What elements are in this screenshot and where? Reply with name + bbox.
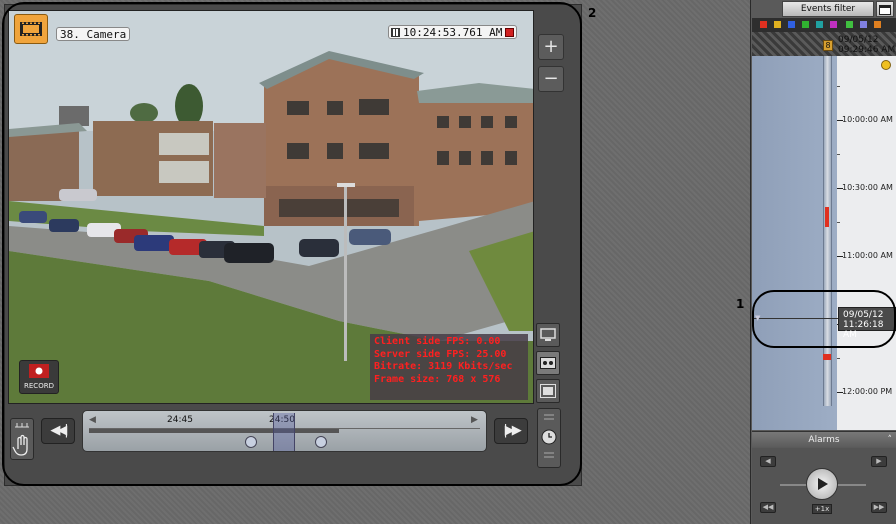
filter-camera-icon[interactable] xyxy=(846,21,853,28)
camera-time-display: 10:24:53.761 AM xyxy=(388,25,518,39)
player-rewind-button[interactable]: ◀◀ xyxy=(760,502,776,513)
stat-frame-size: Frame size: 768 x 576 xyxy=(374,373,501,385)
camera-name: 38. Camera xyxy=(56,27,131,41)
archive-list-button[interactable] xyxy=(536,379,560,403)
event-timeline-scale xyxy=(837,56,896,430)
timeline-left-arrow[interactable]: ◀ xyxy=(89,415,96,425)
annotation-label-1: 1 xyxy=(736,297,745,311)
alarms-label: Alarms xyxy=(808,435,840,445)
events-filter-button[interactable]: Events filter xyxy=(782,1,874,17)
timeline-right-arrow[interactable]: ▶ xyxy=(471,415,478,425)
player-prev-button[interactable]: ◀ xyxy=(760,456,776,467)
tick-label-1100: 11:00:00 AM xyxy=(842,251,893,260)
clock-icon xyxy=(541,414,557,458)
step-forward-button[interactable]: |▶▶ xyxy=(494,418,528,444)
record-button[interactable]: RECORD xyxy=(19,360,59,394)
annotation-outline-1 xyxy=(752,290,896,348)
annotation-label-2: 2 xyxy=(588,6,597,20)
zoom-out-button[interactable]: − xyxy=(538,66,564,92)
player-next-button[interactable]: ▶ xyxy=(871,456,887,467)
tick-label-1200: 12:00:00 PM xyxy=(842,387,893,396)
film-icon xyxy=(20,22,42,36)
step-back-button[interactable]: ◀◀| xyxy=(41,418,75,444)
stat-server-fps: Server side FPS: 25.00 xyxy=(374,348,507,360)
collapse-icon[interactable]: ˄ xyxy=(888,432,893,448)
playback-timeline[interactable]: 24:45 24:50 ◀ ▶ xyxy=(82,410,487,452)
calendar-button[interactable] xyxy=(876,1,894,17)
record-indicator-icon xyxy=(505,27,515,37)
event-count-badge[interactable]: 8 xyxy=(823,40,833,51)
filter-warning-icon[interactable] xyxy=(774,21,781,28)
filter-user-icon[interactable] xyxy=(830,21,837,28)
film-list-icon xyxy=(540,384,556,398)
player-forward-button[interactable]: ▶▶ xyxy=(871,502,887,513)
timeline-top-datetime: 09/05/12 09:29:46 AM xyxy=(838,35,895,55)
filter-alarm-icon[interactable] xyxy=(760,21,767,28)
filter-other-icon[interactable] xyxy=(874,21,881,28)
alarms-header[interactable]: Alarms ˄ xyxy=(752,431,896,447)
tick-minor xyxy=(837,222,840,223)
camera-time: 10:24:53.761 AM xyxy=(403,25,503,39)
pan-tool-button[interactable] xyxy=(10,418,34,460)
tick-minor xyxy=(837,154,840,155)
event-marker-2[interactable] xyxy=(823,354,831,360)
tick-label-1000: 10:00:00 AM xyxy=(842,115,893,124)
live-mode-button[interactable] xyxy=(536,323,560,347)
filter-system-icon[interactable] xyxy=(860,21,867,28)
sun-icon xyxy=(881,60,891,70)
timeline-selection[interactable] xyxy=(273,413,295,451)
timeline-top-date: 09/05/12 xyxy=(838,35,879,45)
pause-icon[interactable] xyxy=(391,27,400,37)
stat-bitrate: Bitrate: 3119 Kbits/sec xyxy=(374,361,513,372)
timeline-marker-right[interactable] xyxy=(315,436,327,448)
tape-icon xyxy=(540,357,556,369)
timeline-top-time: 09:29:46 AM xyxy=(838,45,896,55)
zoom-in-button[interactable]: + xyxy=(538,34,564,60)
play-icon xyxy=(818,478,828,490)
speed-indicator: +1x xyxy=(812,504,832,514)
monitor-icon xyxy=(540,328,556,341)
stat-client-fps: Client side FPS: 0.00 xyxy=(374,336,501,347)
record-film-icon xyxy=(29,364,49,378)
timeline-progress xyxy=(89,429,339,433)
tick-label-1030: 10:30:00 AM xyxy=(842,183,893,192)
event-type-filters[interactable] xyxy=(752,18,896,32)
stream-stats: Client side FPS: 0.00 Server side FPS: 2… xyxy=(370,334,528,400)
calendar-icon xyxy=(879,4,891,15)
timeline-marker-left[interactable] xyxy=(245,436,257,448)
event-marker-1[interactable] xyxy=(825,207,829,227)
play-button[interactable] xyxy=(806,468,838,500)
camera-select-button[interactable] xyxy=(14,14,48,44)
timeline-label-1: 24:45 xyxy=(167,415,193,425)
hand-icon xyxy=(12,423,29,456)
tick-minor xyxy=(837,86,840,87)
filter-info-icon[interactable] xyxy=(788,21,795,28)
time-scale-slider[interactable] xyxy=(537,408,561,468)
record-label: RECORD xyxy=(24,382,54,390)
filter-sensor-icon[interactable] xyxy=(816,21,823,28)
archive-mode-button[interactable] xyxy=(536,351,560,375)
tick-minor xyxy=(837,358,840,359)
filter-motion-icon[interactable] xyxy=(802,21,809,28)
